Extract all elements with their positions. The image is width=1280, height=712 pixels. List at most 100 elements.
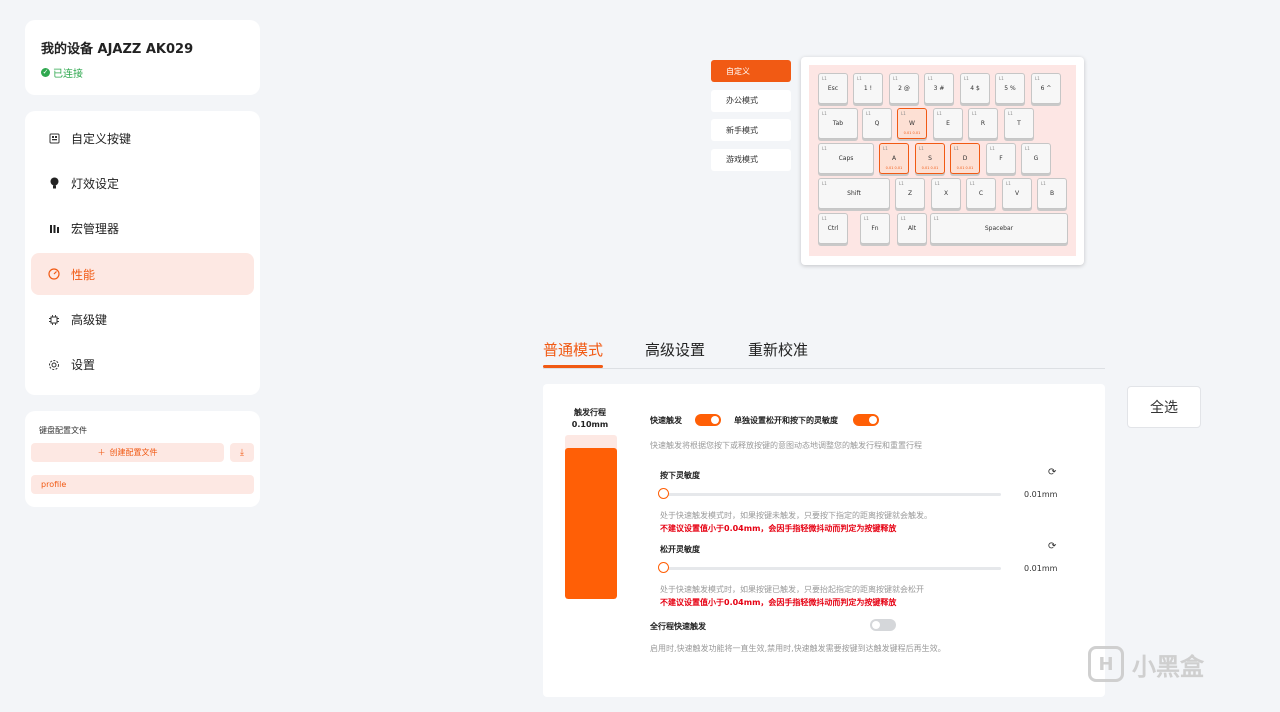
mode-custom[interactable]: 自定义	[711, 60, 791, 82]
key-level-label: L1	[970, 181, 975, 186]
key-6[interactable]: L1 6 ^	[1031, 73, 1061, 104]
key-1[interactable]: L1 1 !	[853, 73, 883, 104]
sidebar-item-label: 性能	[71, 267, 96, 282]
select-all-button[interactable]: 全选	[1127, 386, 1201, 428]
key-e[interactable]: L1 E	[933, 108, 963, 139]
tab-recalibrate[interactable]: 重新校准	[748, 339, 808, 360]
key-a[interactable]: L1 A 0.01 0.01	[879, 143, 909, 174]
key-level-label: L1	[990, 146, 995, 151]
release-sensitivity-thumb[interactable]	[658, 562, 669, 573]
key-sensitivity-label: 0.01 0.01	[921, 166, 939, 170]
press-sensitivity-thumb[interactable]	[658, 488, 669, 499]
reset-icon[interactable]: ⟳	[1048, 467, 1056, 478]
key-label: Q	[874, 120, 880, 127]
key-label: Fn	[871, 225, 879, 232]
key-c[interactable]: L1 C	[966, 178, 996, 209]
key-level-label: L1	[901, 216, 906, 221]
key-level-label: L1	[1041, 181, 1046, 186]
mode-list: 自定义 办公模式 新手模式 游戏模式	[711, 60, 791, 178]
rapid-trigger-description: 快速触发将根据您按下或释放按键的意图动态地调整您的触发行程和重置行程	[650, 441, 922, 450]
key-b[interactable]: L1 B	[1037, 178, 1067, 209]
profile-item[interactable]: profile	[31, 475, 254, 494]
key-level-label: L1	[1006, 181, 1011, 186]
key-spacebar[interactable]: L1 Spacebar	[930, 213, 1068, 244]
key-alt[interactable]: L1 Alt	[897, 213, 927, 244]
mode-gaming[interactable]: 游戏模式	[711, 148, 791, 171]
check-circle-icon: ✓	[41, 68, 50, 77]
key-label: S	[928, 155, 932, 162]
key-ctrl[interactable]: L1 Ctrl	[818, 213, 848, 244]
key-x[interactable]: L1 X	[931, 178, 961, 209]
key-label: W	[909, 120, 915, 127]
key-t[interactable]: L1 T	[1004, 108, 1034, 139]
key-label: T	[1017, 120, 1021, 127]
key-4[interactable]: L1 4 $	[960, 73, 990, 104]
key-v[interactable]: L1 V	[1002, 178, 1032, 209]
key-label: Esc	[827, 85, 839, 92]
release-sensitivity-track[interactable]	[663, 567, 1001, 570]
travel-bar[interactable]	[565, 435, 617, 599]
tab-advanced-settings[interactable]: 高级设置	[645, 339, 705, 360]
key-caps[interactable]: L1 Caps	[818, 143, 874, 174]
download-profile-button[interactable]: ⤓	[230, 443, 254, 462]
separate-sensitivity-toggle[interactable]	[853, 414, 879, 426]
key-level-label: L1	[1008, 111, 1013, 116]
sidebar-item-lighting[interactable]: 灯效设定	[31, 162, 254, 204]
key-z[interactable]: L1 Z	[895, 178, 925, 209]
key-level-label: L1	[866, 111, 871, 116]
separate-sensitivity-label: 单独设置松开和按下的灵敏度	[734, 416, 838, 425]
key-label: V	[1014, 190, 1020, 197]
key-level-label: L1	[822, 216, 827, 221]
watermark-text: 小黑盒	[1132, 652, 1204, 681]
key-level-label: L1	[935, 181, 940, 186]
key-level-label: L1	[822, 146, 827, 151]
sidebar-item-macro[interactable]: 宏管理器	[31, 208, 254, 250]
key-r[interactable]: L1 R	[968, 108, 998, 139]
create-profile-button[interactable]: ＋ 创建配置文件	[31, 443, 224, 462]
key-fn[interactable]: L1 Fn	[860, 213, 890, 244]
key-s[interactable]: L1 S 0.01 0.01	[915, 143, 945, 174]
sidebar-item-label: 灯效设定	[71, 176, 120, 191]
mode-beginner[interactable]: 新手模式	[711, 119, 791, 141]
reset-icon[interactable]: ⟳	[1048, 541, 1056, 552]
full-travel-label: 全行程快速触发	[650, 622, 706, 631]
key-level-label: L1	[937, 111, 942, 116]
key-level-label: L1	[901, 111, 906, 116]
plus-icon: ＋	[97, 448, 106, 457]
release-sensitivity-hint: 处于快速触发模式时，如果按键已触发，只要抬起指定的距离按键就会松开	[660, 585, 924, 594]
key-level-label: L1	[934, 216, 939, 221]
key-q[interactable]: L1 Q	[862, 108, 892, 139]
full-travel-toggle[interactable]	[870, 619, 896, 631]
key-level-label: L1	[893, 76, 898, 81]
key-esc[interactable]: L1 Esc	[818, 73, 848, 104]
sidebar-item-custom-keys[interactable]: 自定义按键	[31, 117, 254, 159]
key-label: Tab	[832, 120, 844, 127]
key-3[interactable]: L1 3 #	[924, 73, 954, 104]
heybox-logo-icon: H	[1088, 646, 1124, 682]
press-sensitivity-track[interactable]	[663, 493, 1001, 496]
key-f[interactable]: L1 F	[986, 143, 1016, 174]
profile-section-title: 键盘配置文件	[39, 426, 87, 435]
mode-office[interactable]: 办公模式	[711, 89, 791, 112]
key-shift[interactable]: L1 Shift	[818, 178, 890, 209]
tab-normal-mode[interactable]: 普通模式	[543, 339, 604, 368]
key-tab[interactable]: L1 Tab	[818, 108, 858, 139]
sidebar-item-settings[interactable]: 设置	[31, 344, 254, 386]
key-g[interactable]: L1 G	[1021, 143, 1051, 174]
key-2[interactable]: L1 2 @	[889, 73, 919, 104]
sidebar-item-advanced-keys[interactable]: 高级键	[31, 299, 254, 341]
tab-label: 普通模式	[543, 341, 604, 359]
key-label: A	[891, 155, 897, 162]
key-5[interactable]: L1 5 %	[995, 73, 1025, 104]
key-label: Z	[907, 190, 913, 197]
key-w[interactable]: L1 W 0.01 0.01	[897, 108, 927, 139]
key-label: Alt	[907, 225, 917, 232]
key-sensitivity-label: 0.01 0.01	[956, 166, 974, 170]
performance-icon	[47, 267, 61, 281]
tab-underline	[543, 365, 603, 368]
key-d[interactable]: L1 D 0.01 0.01	[950, 143, 980, 174]
sidebar-item-performance[interactable]: 性能	[31, 253, 254, 296]
travel-value: 0.10mm	[571, 420, 609, 429]
key-label: 3 #	[933, 85, 945, 92]
rapid-trigger-toggle[interactable]	[695, 414, 721, 426]
